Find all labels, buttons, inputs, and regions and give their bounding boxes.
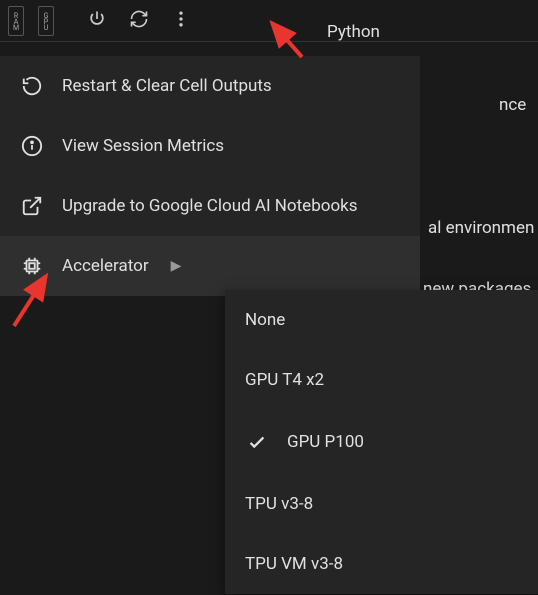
- resource-monitors: RAM GPU: [8, 6, 54, 36]
- chip-icon: [20, 254, 44, 278]
- bg-text-fragment: nce: [499, 95, 526, 115]
- accelerator-submenu: None GPU T4 x2 GPU P100 TPU v3-8 TPU VM …: [225, 290, 538, 594]
- submenu-item-label: TPU v3-8: [245, 494, 313, 514]
- accelerator-option-tpu-v3[interactable]: TPU v3-8: [225, 474, 538, 534]
- options-dropdown-menu: Restart & Clear Cell Outputs View Sessio…: [0, 56, 420, 296]
- submenu-item-label: GPU P100: [287, 432, 364, 452]
- more-vertical-icon: [171, 9, 191, 33]
- bg-text-fragment: al environmen: [428, 218, 534, 238]
- submenu-item-label: GPU T4 x2: [245, 370, 324, 390]
- submenu-item-label: None: [245, 310, 285, 330]
- menu-item-accelerator[interactable]: Accelerator ▶: [0, 236, 420, 296]
- toolbar: RAM GPU: [0, 0, 538, 42]
- menu-item-label: View Session Metrics: [62, 136, 224, 156]
- restart-icon: [20, 74, 44, 98]
- restart-button[interactable]: [120, 2, 158, 40]
- accelerator-option-gpu-p100[interactable]: GPU P100: [225, 410, 538, 474]
- gpu-monitor[interactable]: GPU: [38, 6, 54, 36]
- menu-item-metrics[interactable]: View Session Metrics: [0, 116, 420, 176]
- menu-item-upgrade[interactable]: Upgrade to Google Cloud AI Notebooks: [0, 176, 420, 236]
- menu-item-label: Upgrade to Google Cloud AI Notebooks: [62, 196, 358, 216]
- gpu-label: GPU: [42, 12, 50, 30]
- menu-item-label: Restart & Clear Cell Outputs: [62, 76, 272, 96]
- info-icon: [20, 134, 44, 158]
- refresh-icon: [129, 9, 149, 33]
- more-options-button[interactable]: [162, 2, 200, 40]
- ram-label: RAM: [12, 12, 20, 30]
- check-icon: [245, 430, 269, 454]
- external-link-icon: [20, 194, 44, 218]
- ram-monitor[interactable]: RAM: [8, 6, 24, 36]
- kernel-label: Python: [327, 22, 380, 42]
- menu-item-label: Accelerator: [62, 256, 149, 276]
- power-button[interactable]: [78, 2, 116, 40]
- menu-item-restart[interactable]: Restart & Clear Cell Outputs: [0, 56, 420, 116]
- power-icon: [87, 9, 107, 33]
- accelerator-option-gpu-t4[interactable]: GPU T4 x2: [225, 350, 538, 410]
- accelerator-option-none[interactable]: None: [225, 290, 538, 350]
- accelerator-option-tpu-vm[interactable]: TPU VM v3-8: [225, 534, 538, 594]
- chevron-right-icon: ▶: [171, 258, 182, 274]
- submenu-item-label: TPU VM v3-8: [245, 554, 343, 574]
